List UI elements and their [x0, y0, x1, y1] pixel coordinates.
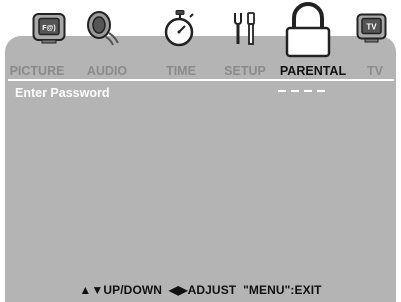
up-down-arrows-icon: ▲▼	[79, 283, 104, 297]
tv-icon[interactable]: TV	[356, 13, 388, 45]
menu-icon-row: F@) TV	[0, 0, 401, 58]
password-field[interactable]	[278, 90, 325, 92]
tab-setup[interactable]: SETUP	[220, 62, 270, 80]
tab-divider	[8, 79, 394, 81]
tab-bar: PICTURE AUDIO TIME SETUP PARENTAL TV	[0, 62, 401, 80]
navigation-hint-bar: ▲▼UP/DOWN ◀▶ADJUST "MENU":EXIT	[0, 283, 401, 297]
lock-icon[interactable]	[282, 2, 334, 58]
hint-updown: UP/DOWN	[103, 283, 163, 297]
hint-exit: "MENU":EXIT	[243, 283, 322, 297]
password-digit-slot	[278, 90, 286, 92]
tab-picture[interactable]: PICTURE	[5, 62, 69, 80]
stopwatch-icon[interactable]	[163, 10, 197, 48]
password-digit-slot	[304, 90, 312, 92]
enter-password-label: Enter Password	[15, 86, 110, 100]
svg-text:TV: TV	[366, 23, 377, 32]
picture-icon[interactable]: F@)	[32, 12, 66, 46]
password-digit-slot	[291, 90, 299, 92]
left-right-arrows-icon: ◀▶	[168, 283, 188, 297]
hint-adjust: ADJUST	[187, 283, 237, 297]
svg-text:F@): F@)	[42, 25, 55, 32]
tab-audio[interactable]: AUDIO	[79, 62, 135, 80]
speaker-icon[interactable]	[82, 8, 122, 48]
tab-parental[interactable]: PARENTAL	[275, 62, 351, 80]
tools-icon[interactable]	[228, 11, 262, 47]
tab-time[interactable]: TIME	[160, 62, 202, 80]
password-digit-slot	[317, 90, 325, 92]
tab-tv[interactable]: TV	[360, 62, 390, 80]
